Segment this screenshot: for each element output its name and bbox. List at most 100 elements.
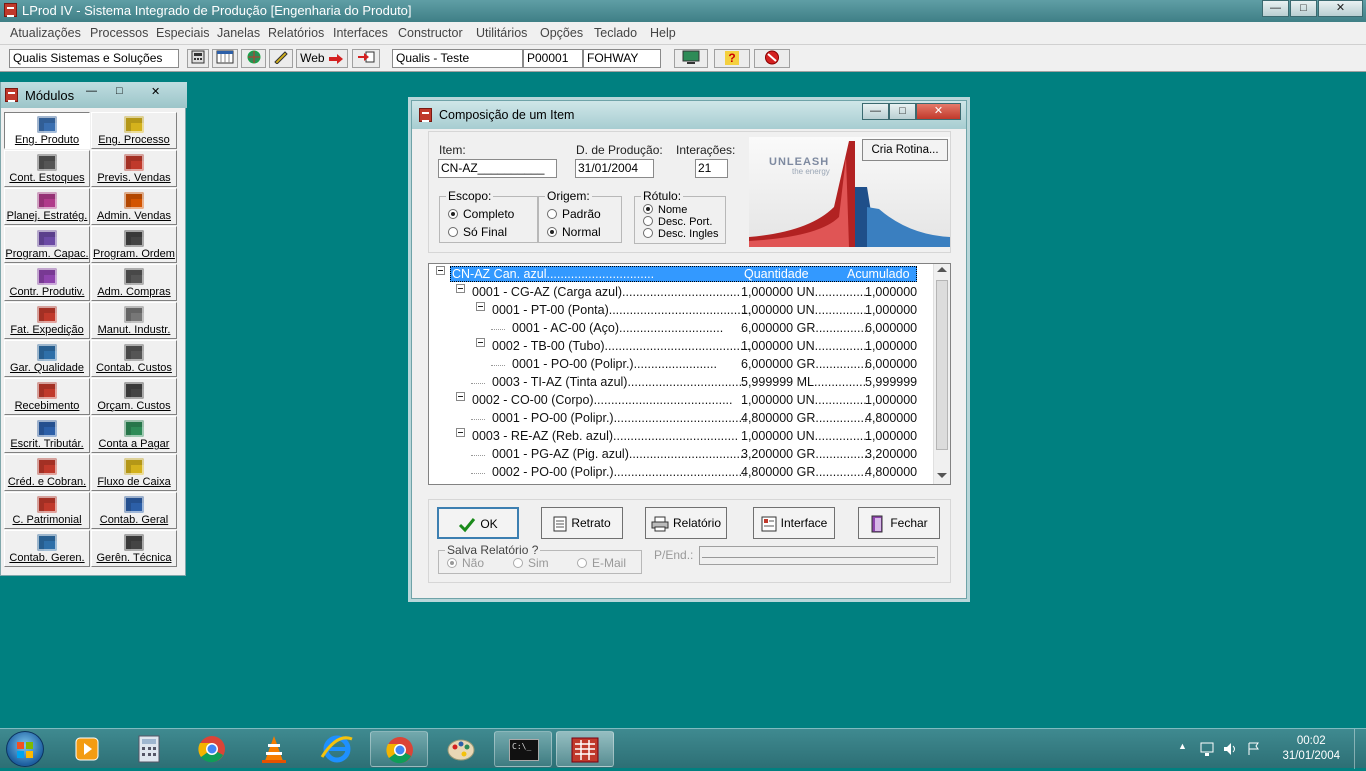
tray-overflow-icon[interactable]: ▲ — [1178, 741, 1187, 751]
tree-row[interactable]: 0001 - PT-00 (Ponta)....................… — [429, 302, 934, 320]
stop-button[interactable] — [754, 49, 790, 68]
module-escrit-tribut-r-button[interactable]: Escrit. Tributár. — [4, 416, 90, 453]
menu-processos[interactable]: Processos — [90, 26, 148, 40]
collapse-icon[interactable] — [436, 266, 445, 275]
show-desktop-button[interactable] — [1354, 729, 1366, 769]
module-gar-qualidade-button[interactable]: Gar. Qualidade — [4, 340, 90, 377]
tree-row[interactable]: 0001 - CG-AZ (Carga azul)...............… — [429, 284, 934, 302]
menu-opcoes[interactable]: Opções — [540, 26, 583, 40]
menu-utilitarios[interactable]: Utilitários — [476, 26, 527, 40]
tree-row[interactable]: 0002 - TB-00 (Tubo).....................… — [429, 338, 934, 356]
rotulo-descingles-option[interactable]: Desc. Ingles — [643, 228, 719, 240]
menu-help[interactable]: Help — [650, 26, 676, 40]
tree-row[interactable]: 0001 - PG-AZ (Pig. azul)................… — [429, 446, 934, 464]
module-ger-n-t-cnica-button[interactable]: Gerên. Técnica — [91, 530, 177, 567]
tree-row[interactable]: 0002 - PO-00 (Polipr.)..................… — [429, 464, 934, 482]
tree-row[interactable]: 0001 - PO-00 (Polipr.)..................… — [429, 410, 934, 428]
module-previs-vendas-button[interactable]: Previs. Vendas — [91, 150, 177, 187]
module-conta-a-pagar-button[interactable]: Conta a Pagar — [91, 416, 177, 453]
menu-especiais[interactable]: Especiais — [156, 26, 210, 40]
menu-interfaces[interactable]: Interfaces — [333, 26, 388, 40]
volume-icon[interactable] — [1222, 741, 1240, 757]
collapse-icon[interactable] — [456, 284, 465, 293]
tree-row[interactable]: 0003 - RE-AZ (Reb. azul)................… — [429, 428, 934, 446]
rotulo-nome-option[interactable]: Nome — [643, 204, 687, 216]
module-admin-vendas-button[interactable]: Admin. Vendas — [91, 188, 177, 225]
module-cont-estoques-button[interactable]: Cont. Estoques — [4, 150, 90, 187]
escopo-sofinal-option[interactable]: Só Final — [448, 225, 507, 239]
origem-normal-option[interactable]: Normal — [547, 225, 601, 239]
pend-input[interactable] — [699, 546, 938, 565]
scroll-down-icon[interactable] — [937, 473, 947, 478]
module-recebimento-button[interactable]: Recebimento — [4, 378, 90, 415]
relatorio-button[interactable]: Relatório — [645, 507, 727, 539]
scroll-up-icon[interactable] — [937, 267, 947, 272]
module-eng-processo-button[interactable]: Eng. Processo — [91, 112, 177, 149]
taskbar-internet-explorer[interactable] — [308, 731, 366, 767]
menu-teclado[interactable]: Teclado — [594, 26, 637, 40]
exit-arrow-button[interactable] — [352, 49, 380, 68]
menu-janelas[interactable]: Janelas — [217, 26, 260, 40]
minimize-button[interactable]: — — [1262, 0, 1289, 17]
module-contab-geren-button[interactable]: Contab. Geren. — [4, 530, 90, 567]
dialog-minimize-button[interactable]: — — [862, 103, 889, 120]
date-input[interactable]: 31/01/2004 — [575, 159, 654, 178]
module-fluxo-de-caixa-button[interactable]: Fluxo de Caixa — [91, 454, 177, 491]
tree-row[interactable]: 0003 - TI-AZ (Tinta azul)...............… — [429, 374, 934, 392]
taskbar-media-player[interactable] — [58, 731, 116, 767]
module-adm-compras-button[interactable]: Adm. Compras — [91, 264, 177, 301]
tree-row[interactable]: 0001 - AC-00 (Aço)......................… — [429, 320, 934, 338]
module-cr-d-e-cobran-button[interactable]: Créd. e Cobran. — [4, 454, 90, 491]
taskbar-cmd[interactable]: C:\_ — [494, 731, 552, 767]
module-planej-estrat-g-button[interactable]: Planej. Estratég. — [4, 188, 90, 225]
collapse-icon[interactable] — [456, 428, 465, 437]
help-button[interactable]: ? — [714, 49, 750, 68]
retrato-button[interactable]: Retrato — [541, 507, 623, 539]
tree-row[interactable]: 0001 - PO-00 (Polipr.)..................… — [429, 356, 934, 374]
origem-padrao-option[interactable]: Padrão — [547, 207, 601, 221]
modules-close-button[interactable]: ✕ — [151, 85, 160, 98]
action-center-flag-icon[interactable] — [1246, 741, 1262, 757]
module-c-patrimonial-button[interactable]: C. Patrimonial — [4, 492, 90, 529]
system-clock[interactable]: 00:02 31/01/2004 — [1282, 734, 1340, 764]
module-contab-geral-button[interactable]: Contab. Geral — [91, 492, 177, 529]
tree-row[interactable]: 0002 - CO-00 (Corpo)....................… — [429, 392, 934, 410]
item-input[interactable]: CN-AZ__________ — [438, 159, 557, 178]
composition-tree[interactable]: CN-AZ Can. azul.........................… — [428, 263, 951, 485]
calculator-button[interactable] — [187, 49, 209, 68]
start-button[interactable] — [6, 731, 44, 767]
module-program-capac-button[interactable]: Program. Capac. — [4, 226, 90, 263]
taskbar-chrome-open[interactable] — [370, 731, 428, 767]
world-button[interactable] — [241, 49, 266, 68]
taskbar-vlc[interactable] — [245, 731, 303, 767]
dialog-maximize-button[interactable]: □ — [889, 103, 916, 120]
iterations-input[interactable]: 21 — [695, 159, 728, 178]
web-button[interactable]: Web — [296, 49, 348, 68]
rotulo-descport-option[interactable]: Desc. Port. — [643, 216, 712, 228]
cria-rotina-button[interactable]: Cria Rotina... — [862, 139, 948, 161]
taskbar-calculator[interactable] — [120, 731, 178, 767]
module-contab-custos-button[interactable]: Contab. Custos — [91, 340, 177, 377]
module-contr-produtiv-button[interactable]: Contr. Produtiv. — [4, 264, 90, 301]
dialog-close-button[interactable]: ✕ — [916, 103, 961, 120]
module-manut-industr-button[interactable]: Manut. Industr. — [91, 302, 177, 339]
fechar-button[interactable]: Fechar — [858, 507, 940, 539]
module-or-am-custos-button[interactable]: Orçam. Custos — [91, 378, 177, 415]
maximize-button[interactable]: □ — [1290, 0, 1317, 17]
collapse-icon[interactable] — [476, 302, 485, 311]
collapse-icon[interactable] — [476, 338, 485, 347]
calendar-button[interactable] — [212, 49, 238, 68]
network-icon[interactable] — [1199, 741, 1217, 757]
monitor-button[interactable] — [674, 49, 708, 68]
taskbar-chrome[interactable] — [183, 731, 241, 767]
collapse-icon[interactable] — [456, 392, 465, 401]
close-button[interactable]: ✕ — [1318, 0, 1363, 17]
menu-constructor[interactable]: Constructor — [398, 26, 463, 40]
modules-maximize-button[interactable]: □ — [116, 85, 123, 97]
taskbar-lprod[interactable] — [556, 731, 614, 767]
tree-root-row[interactable]: CN-AZ Can. azul.........................… — [429, 266, 934, 284]
menu-atualizacoes[interactable]: Atualizações — [10, 26, 81, 40]
module-fat-expedi-o-button[interactable]: Fat. Expedição — [4, 302, 90, 339]
escopo-completo-option[interactable]: Completo — [448, 207, 514, 221]
salva-email-option[interactable]: E-Mail — [577, 556, 626, 570]
